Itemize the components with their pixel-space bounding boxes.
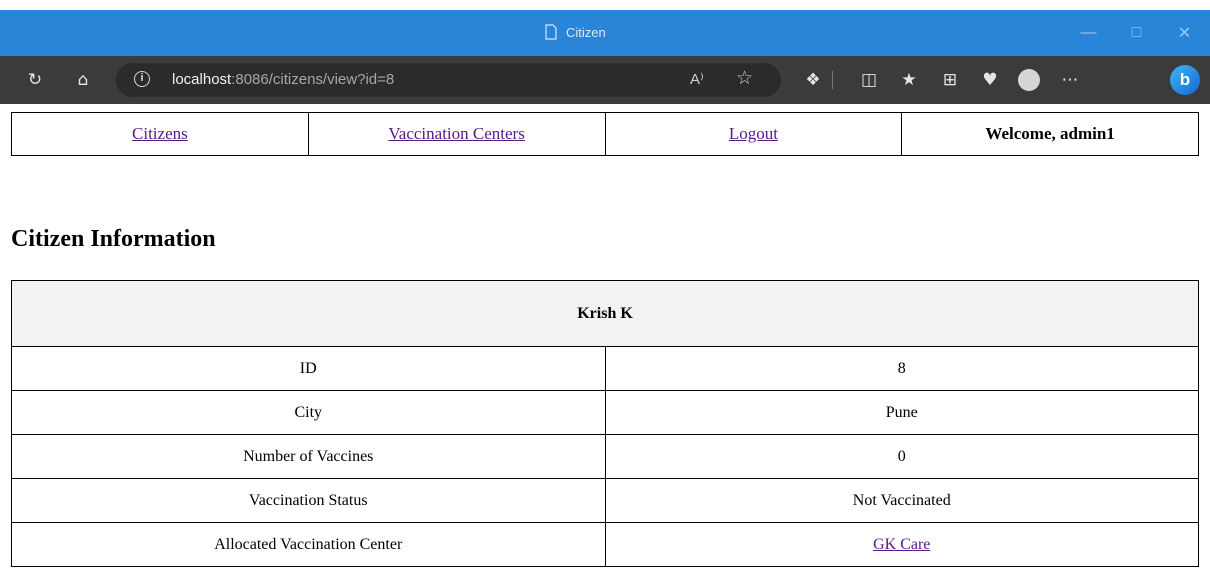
nav-cell-vaccination-centers: Vaccination Centers xyxy=(307,112,606,156)
page-icon xyxy=(545,24,557,40)
home-icon[interactable]: ⌂ xyxy=(66,56,100,104)
citizen-name-header: Krish K xyxy=(11,280,1199,347)
address-bar[interactable]: i localhost:8086/citizens/view?id=8 A⁾ ☆ xyxy=(116,63,781,97)
read-aloud-icon[interactable]: A⁾ xyxy=(690,70,704,88)
citizen-info-table: Krish K ID 8 City Pune Number of Vaccine… xyxy=(11,280,1199,567)
cropped-caption-strip xyxy=(0,0,1210,10)
more-options-icon[interactable]: ⋯ xyxy=(1053,56,1087,104)
nav-cell-logout: Logout xyxy=(604,112,903,156)
row-value-vaccination-status: Not Vaccinated xyxy=(604,478,1199,523)
row-label-vaccine-count: Number of Vaccines xyxy=(11,434,606,479)
vaccination-center-link[interactable]: GK Care xyxy=(873,536,930,553)
table-row: ID 8 xyxy=(11,346,1199,391)
page-title: Citizen Information xyxy=(11,226,216,252)
row-value-city: Pune xyxy=(604,390,1199,435)
table-row: Number of Vaccines 0 xyxy=(11,434,1199,479)
welcome-message: Welcome, admin1 xyxy=(901,112,1199,156)
table-row: Allocated Vaccination Center GK Care xyxy=(11,522,1199,567)
logout-link[interactable]: Logout xyxy=(729,124,778,143)
browser-essentials-icon[interactable]: ♥ xyxy=(973,56,1007,104)
window-title: Citizen xyxy=(544,24,606,40)
row-label-city: City xyxy=(11,390,606,435)
browser-toolbar: ↻ ⌂ i localhost:8086/citizens/view?id=8 … xyxy=(0,56,1210,104)
row-value-id: 8 xyxy=(604,346,1199,391)
minimize-icon[interactable]: — xyxy=(1066,10,1111,56)
refresh-icon[interactable]: ↻ xyxy=(18,56,52,104)
row-value-vaccine-count: 0 xyxy=(604,434,1199,479)
url-text[interactable]: localhost:8086/citizens/view?id=8 xyxy=(172,71,394,88)
row-label-vaccination-center: Allocated Vaccination Center xyxy=(11,522,606,567)
profile-icon[interactable] xyxy=(1012,56,1046,104)
citizens-link[interactable]: Citizens xyxy=(132,124,188,143)
maximize-icon[interactable]: □ xyxy=(1114,10,1159,56)
close-icon[interactable]: ✕ xyxy=(1162,10,1207,56)
window-title-text: Citizen xyxy=(566,24,606,40)
table-row: Vaccination Status Not Vaccinated xyxy=(11,478,1199,523)
table-row: City Pune xyxy=(11,390,1199,435)
row-label-id: ID xyxy=(11,346,606,391)
vaccination-centers-link[interactable]: Vaccination Centers xyxy=(388,124,524,143)
row-label-vaccination-status: Vaccination Status xyxy=(11,478,606,523)
favorites-icon[interactable]: ★ xyxy=(892,56,926,104)
split-screen-icon[interactable]: ◫ xyxy=(852,56,886,104)
top-navigation: Citizens Vaccination Centers Logout Welc… xyxy=(11,112,1199,156)
bing-copilot-icon[interactable]: b xyxy=(1168,56,1202,104)
nav-cell-citizens: Citizens xyxy=(11,112,309,156)
toolbar-divider xyxy=(832,71,833,89)
window-titlebar: Citizen — □ ✕ xyxy=(0,10,1210,56)
favorite-star-icon[interactable]: ☆ xyxy=(736,67,753,89)
site-info-icon[interactable]: i xyxy=(134,71,150,87)
extensions-icon[interactable]: ❖ xyxy=(796,56,830,104)
collections-icon[interactable]: ⊞ xyxy=(933,56,967,104)
row-value-vaccination-center: GK Care xyxy=(604,522,1199,567)
